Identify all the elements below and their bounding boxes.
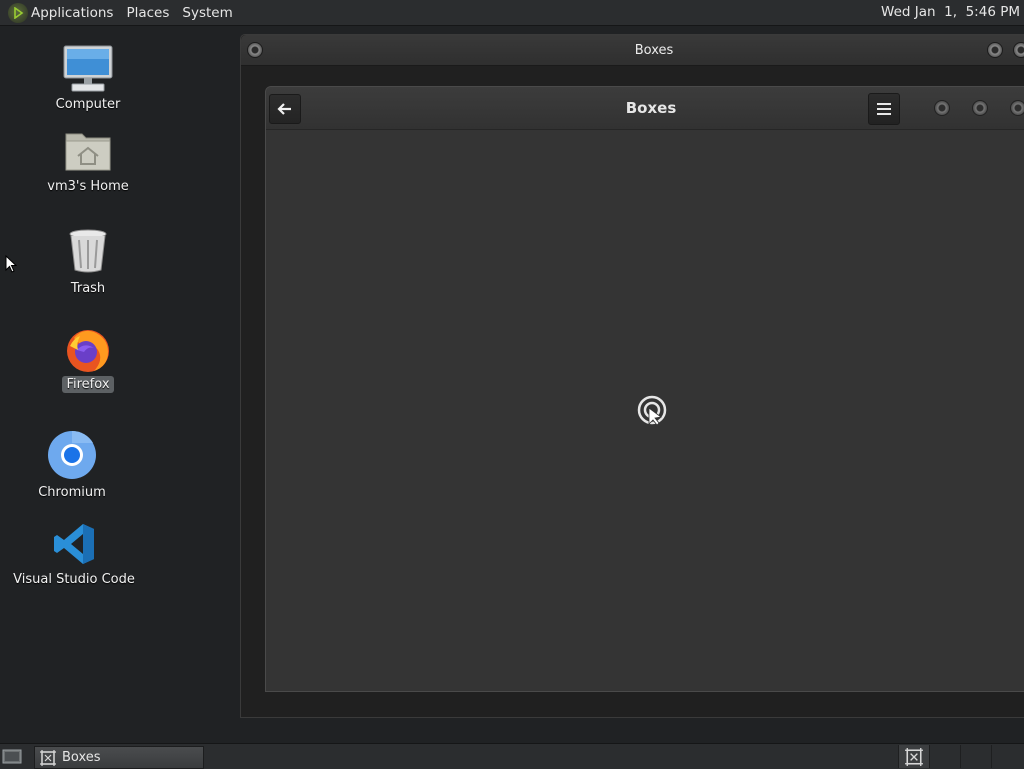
headerbar: Boxes	[266, 87, 1024, 130]
chromium-icon	[48, 430, 96, 479]
desktop-icon-computer[interactable]: Computer	[48, 44, 128, 113]
minimize-button[interactable]	[987, 42, 1003, 58]
workspace-4[interactable]	[991, 745, 1022, 768]
trash-icon	[69, 229, 107, 273]
workspace-switcher[interactable]	[898, 745, 1024, 768]
inner-minimize-button[interactable]	[934, 100, 950, 116]
app-title: Boxes	[625, 99, 677, 117]
taskbar-item-boxes[interactable]: Boxes	[34, 746, 204, 769]
workspace-1[interactable]	[898, 745, 929, 768]
desktop-icon-chromium[interactable]: Chromium	[32, 430, 112, 501]
loading-spinner-icon	[637, 395, 667, 426]
system-menu[interactable]: System	[182, 5, 232, 21]
desktop-icon-label: Firefox	[62, 376, 114, 393]
mouse-pointer-icon	[5, 255, 17, 273]
hamburger-menu-icon	[877, 103, 891, 115]
workspace-3[interactable]	[960, 745, 991, 768]
mate-logo-icon[interactable]	[8, 2, 28, 23]
places-menu[interactable]: Places	[126, 5, 169, 21]
desktop-icon-label: Computer	[55, 97, 121, 112]
desktop-icon-label: Trash	[70, 281, 106, 296]
maximize-button[interactable]	[1013, 42, 1024, 58]
vscode-icon	[54, 524, 94, 564]
taskbar-item-label: Boxes	[62, 750, 101, 765]
hamburger-menu-button[interactable]	[868, 93, 900, 125]
desktop-icon-vscode[interactable]: Visual Studio Code	[13, 522, 135, 588]
inner-close-button[interactable]	[1010, 100, 1024, 116]
desktop-icon-firefox[interactable]: Firefox	[48, 326, 128, 393]
outer-window-title: Boxes	[634, 43, 674, 58]
boxes-icon	[40, 749, 56, 766]
boxes-icon	[905, 747, 923, 766]
boxes-app-window: Boxes	[265, 86, 1024, 692]
desktop-icon-trash[interactable]: Trash	[48, 228, 128, 297]
inner-maximize-button[interactable]	[972, 100, 988, 116]
top-panel: Applications Places System Wed Jan 1, 5:…	[0, 0, 1024, 26]
applications-menu[interactable]: Applications	[31, 5, 113, 21]
firefox-icon	[67, 330, 109, 372]
home-folder-icon	[65, 133, 111, 171]
desktop-icon-label: vm3's Home	[47, 179, 129, 194]
bottom-panel: Boxes	[0, 743, 1024, 769]
clock[interactable]: Wed Jan 1, 5:46 PM	[881, 4, 1020, 20]
computer-icon	[63, 45, 113, 92]
desktop-icon-label: Chromium	[38, 485, 106, 500]
desktop-icon-home[interactable]: vm3's Home	[43, 128, 133, 195]
desktop-icon-label: Visual Studio Code	[13, 572, 135, 587]
workspace-2[interactable]	[929, 745, 960, 768]
outer-window-titlebar[interactable]: Boxes	[241, 35, 1024, 66]
show-desktop-icon[interactable]	[2, 748, 22, 764]
